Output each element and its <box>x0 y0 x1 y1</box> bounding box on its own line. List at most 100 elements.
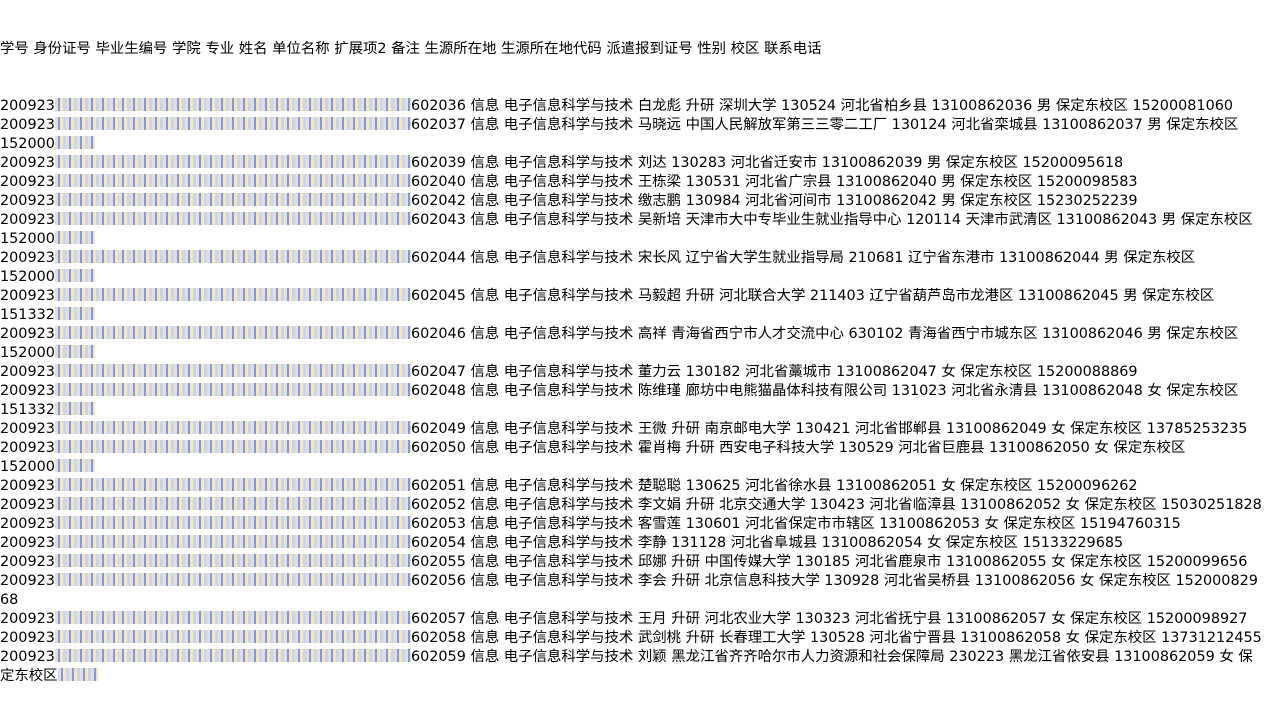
redacted-phone-block <box>54 307 95 320</box>
student-id-prefix: 200923 <box>0 649 55 665</box>
record-wrap-line: 152000 <box>0 268 1266 287</box>
record-line: 200923 602056 信息 电子信息科学与技术 李会 升研 北京信息科技大学… <box>0 572 1266 610</box>
student-id-prefix: 200923 <box>0 383 55 399</box>
record-wrap-text: 152000 <box>0 459 55 475</box>
redacted-id-block <box>54 421 119 434</box>
record-line: 200923 602054 信息 电子信息科学与技术 李静 131128 河北省阜… <box>0 534 1266 553</box>
record-text: 602037 信息 电子信息科学与技术 马晓远 中国人民解放军第三三零二工厂 1… <box>410 117 1239 133</box>
record-text: 602049 信息 电子信息科学与技术 王微 升研 南京邮电大学 130421 … <box>410 421 1248 437</box>
record-wrap-line: 151332 <box>0 306 1266 325</box>
record-text: 602036 信息 电子信息科学与技术 白龙彪 升研 深圳大学 130524 河… <box>410 98 1234 114</box>
redacted-id-block <box>54 535 119 548</box>
redacted-id-block <box>118 212 411 225</box>
redacted-id-block <box>118 117 411 130</box>
student-id-prefix: 200923 <box>0 478 55 494</box>
redacted-phone-block <box>54 231 95 244</box>
redacted-id-block <box>54 383 119 396</box>
student-id-prefix: 200923 <box>0 554 55 570</box>
record-text: 602040 信息 电子信息科学与技术 王栋梁 130531 河北省广宗县 13… <box>410 174 1138 190</box>
record-wrap-text: 151332 <box>0 307 55 323</box>
redacted-id-block <box>118 649 411 662</box>
student-id-prefix: 200923 <box>0 155 55 171</box>
record-wrap-line: 152000 <box>0 458 1266 477</box>
record-text: 602051 信息 电子信息科学与技术 楚聪聪 130625 河北省徐水县 13… <box>410 478 1138 494</box>
record-text: 602048 信息 电子信息科学与技术 陈维瑾 廊坊中电熊猫晶体科技有限公司 1… <box>410 383 1239 399</box>
record-line: 200923 602036 信息 电子信息科学与技术 白龙彪 升研 深圳大学 13… <box>0 97 1266 116</box>
student-id-prefix: 200923 <box>0 250 55 266</box>
redacted-id-block <box>54 155 119 168</box>
redacted-phone-block <box>57 668 98 681</box>
redacted-id-block <box>118 611 411 624</box>
record-wrap-text: 152000 <box>0 269 55 285</box>
redacted-id-block <box>54 630 119 643</box>
redacted-id-block <box>54 364 119 377</box>
redacted-id-block <box>54 649 119 662</box>
record-wrap-text: 151332 <box>0 402 55 418</box>
record-line: 200923 602040 信息 电子信息科学与技术 王栋梁 130531 河北省… <box>0 173 1266 192</box>
redacted-id-block <box>54 516 119 529</box>
record-line: 200923 602042 信息 电子信息科学与技术 缴志鹏 130984 河北省… <box>0 192 1266 211</box>
record-text: 602046 信息 电子信息科学与技术 高祥 青海省西宁市人才交流中心 6301… <box>410 326 1239 342</box>
record-text: 602054 信息 电子信息科学与技术 李静 131128 河北省阜城县 131… <box>410 535 1124 551</box>
redacted-id-block <box>118 98 411 111</box>
record-line: 200923 602057 信息 电子信息科学与技术 王月 升研 河北农业大学 1… <box>0 610 1266 629</box>
record-wrap-text: 152000 <box>0 231 55 247</box>
redacted-id-block <box>54 117 119 130</box>
record-line: 200923 602051 信息 电子信息科学与技术 楚聪聪 130625 河北省… <box>0 477 1266 496</box>
record-line: 200923 602047 信息 电子信息科学与技术 董力云 130182 河北省… <box>0 363 1266 382</box>
record-line: 200923 602039 信息 电子信息科学与技术 刘达 130283 河北省迁… <box>0 154 1266 173</box>
record-wrap-line: 152000 <box>0 135 1266 154</box>
record-line: 200923 602043 信息 电子信息科学与技术 吴新培 天津市大中专毕业生就… <box>0 211 1266 230</box>
student-id-prefix: 200923 <box>0 193 55 209</box>
record-text: 602042 信息 电子信息科学与技术 缴志鹏 130984 河北省河间市 13… <box>410 193 1138 209</box>
student-id-prefix: 200923 <box>0 174 55 190</box>
redacted-id-block <box>118 421 411 434</box>
record-wrap-line: 152000 <box>0 230 1266 249</box>
student-id-prefix: 200923 <box>0 364 55 380</box>
student-id-prefix: 200923 <box>0 421 55 437</box>
student-id-prefix: 200923 <box>0 98 55 114</box>
record-wrap-text: 152000 <box>0 136 55 152</box>
redacted-id-block <box>54 478 119 491</box>
record-text: 602047 信息 电子信息科学与技术 董力云 130182 河北省藁城市 13… <box>410 364 1138 380</box>
redacted-id-block <box>118 288 411 301</box>
redacted-id-block <box>118 250 411 263</box>
record-line: 200923 602048 信息 电子信息科学与技术 陈维瑾 廊坊中电熊猫晶体科技… <box>0 382 1266 401</box>
record-text: 602057 信息 电子信息科学与技术 王月 升研 河北农业大学 130323 … <box>410 611 1248 627</box>
redacted-id-block <box>54 326 119 339</box>
redacted-id-block <box>118 497 411 510</box>
redacted-id-block <box>54 554 119 567</box>
student-id-prefix: 200923 <box>0 117 55 133</box>
record-wrap-line: 151332 <box>0 401 1266 420</box>
redacted-id-block <box>54 98 119 111</box>
redacted-id-block <box>118 516 411 529</box>
redacted-id-block <box>54 250 119 263</box>
record-line: 200923 602044 信息 电子信息科学与技术 宋长风 辽宁省大学生就业指导… <box>0 249 1266 268</box>
redacted-id-block <box>118 193 411 206</box>
redacted-id-block <box>54 497 119 510</box>
redacted-id-block <box>118 554 411 567</box>
record-text: 602044 信息 电子信息科学与技术 宋长风 辽宁省大学生就业指导局 2106… <box>410 250 1196 266</box>
student-id-prefix: 200923 <box>0 497 55 513</box>
record-text: 602053 信息 电子信息科学与技术 客雪莲 130601 河北省保定市市辖区… <box>410 516 1181 532</box>
redacted-id-block <box>54 440 119 453</box>
record-line: 200923 602059 信息 电子信息科学与技术 刘颖 黑龙江省齐齐哈尔市人力… <box>0 648 1266 667</box>
student-id-prefix: 200923 <box>0 288 55 304</box>
redacted-id-block <box>54 611 119 624</box>
record-text: 602039 信息 电子信息科学与技术 刘达 130283 河北省迁安市 131… <box>410 155 1124 171</box>
document-text: 学号 身份证号 毕业生编号 学院 专业 姓名 单位名称 扩展项2 备注 生源所在… <box>0 0 1266 705</box>
redacted-id-block <box>54 288 119 301</box>
redacted-id-block <box>118 478 411 491</box>
redacted-id-block <box>118 155 411 168</box>
redacted-id-block <box>118 440 411 453</box>
record-wrap-line: 152000 <box>0 344 1266 363</box>
record-line: 200923 602049 信息 电子信息科学与技术 王微 升研 南京邮电大学 1… <box>0 420 1266 439</box>
redacted-id-block <box>118 573 411 586</box>
redacted-id-block <box>118 364 411 377</box>
record-line: 200923 602037 信息 电子信息科学与技术 马晓远 中国人民解放军第三三… <box>0 116 1266 135</box>
redacted-id-block <box>118 383 411 396</box>
student-id-prefix: 200923 <box>0 516 55 532</box>
redacted-id-block <box>54 193 119 206</box>
record-line: 200923 602050 信息 电子信息科学与技术 霍肖梅 升研 西安电子科技大… <box>0 439 1266 458</box>
student-id-prefix: 200923 <box>0 440 55 456</box>
